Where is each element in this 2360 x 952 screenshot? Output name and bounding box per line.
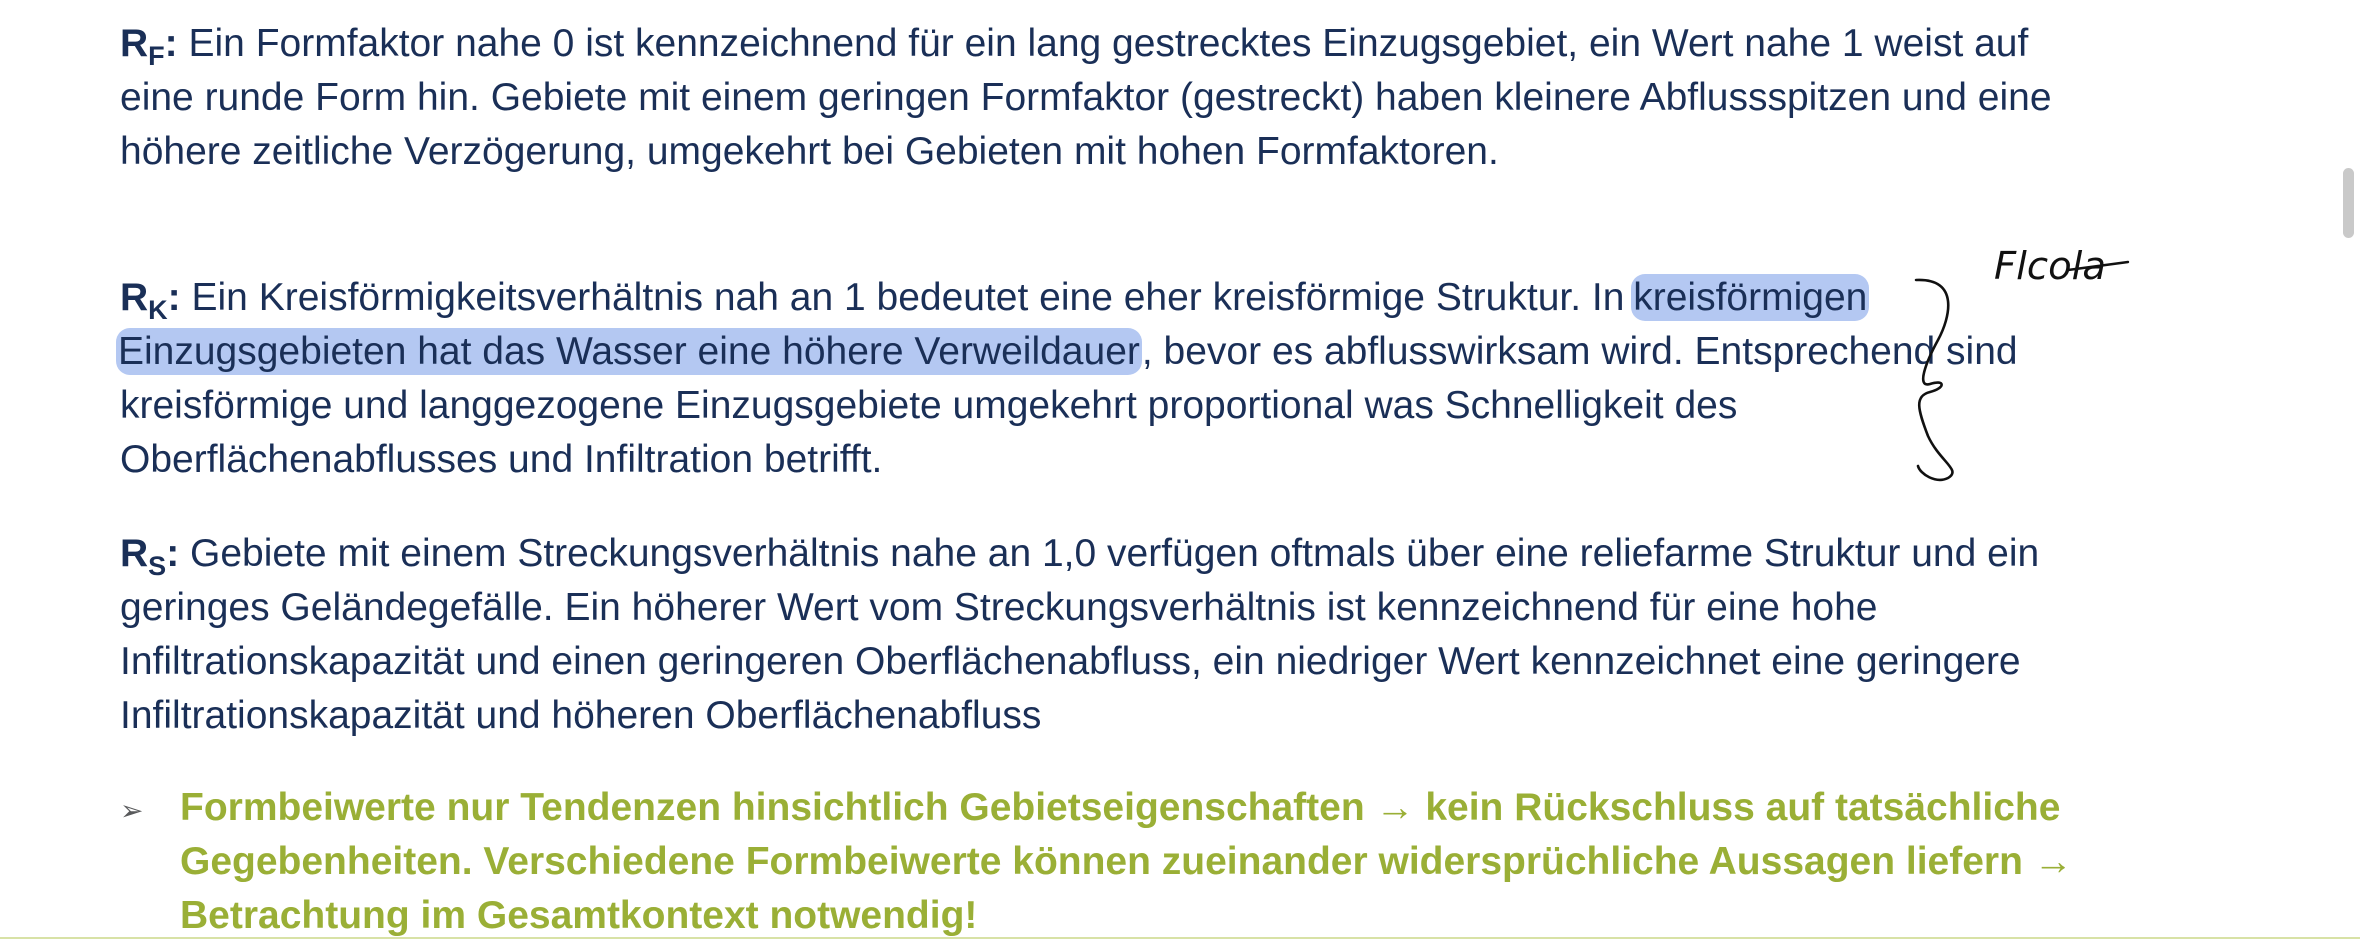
document-page: RF: Ein Formfaktor nahe 0 ist kennzeichn… — [0, 0, 2360, 952]
conclusion-text: Formbeiwerte nur Tendenzen hinsichtlich … — [180, 786, 2073, 937]
symbol-rf: RF: — [120, 22, 178, 71]
paragraph-text: Ein Kreisförmigkeitsverhältnis nah an 1 … — [180, 276, 1636, 319]
paragraph-circularity-ratio: RK: Ein Kreisförmigkeitsverhältnis nah a… — [116, 271, 2070, 487]
scrollbar[interactable] — [2336, 0, 2360, 952]
paragraph-text: Gebiete mit einem Streckungsverhältnis n… — [120, 532, 2040, 737]
symbol-rk: RK: — [120, 276, 181, 325]
page-boundary — [0, 937, 2360, 939]
paragraph-text: Ein Formfaktor nahe 0 ist kennzeichnend … — [120, 22, 2052, 173]
arrow-bullet-icon: ➢ — [120, 795, 144, 826]
note-underline-stroke — [2066, 260, 2130, 272]
symbol-rs: RS: — [120, 532, 180, 581]
scrollbar-thumb[interactable] — [2343, 168, 2354, 238]
paragraph-elongation-ratio: RS: Gebiete mit einem Streckungsverhältn… — [120, 527, 2070, 743]
paragraph-form-factor: RF: Ein Formfaktor nahe 0 ist kennzeichn… — [120, 17, 2070, 179]
